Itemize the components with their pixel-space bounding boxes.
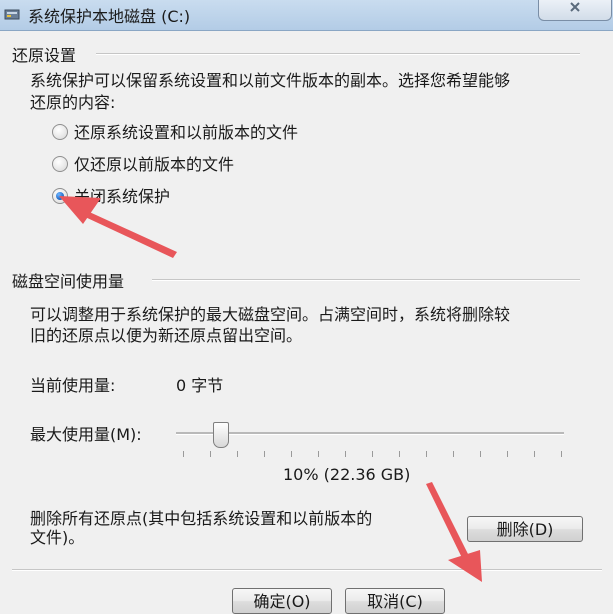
drive-icon [4,6,20,22]
max-usage-label: 最大使用量(M): [30,425,142,444]
restore-description-line2: 还原的内容: [30,93,116,112]
radio-label: 还原系统设置和以前版本的文件 [74,123,299,142]
disk-description-line2: 旧的还原点以便为新还原点留出空间。 [30,326,303,345]
delete-description-line2: 文件)。 [30,528,85,547]
restore-settings-separator [96,53,580,55]
ok-button[interactable]: 确定(O) [232,588,332,614]
disk-description-line1: 可以调整用于系统保护的最大磁盘空间。占满空间时，系统将删除较 [30,305,511,324]
title-bar: 系统保护本地磁盘 (C:) [0,0,613,31]
radio-button[interactable] [52,124,68,140]
restore-description-line1: 系统保护可以保留系统设置和以前文件版本的副本。选择您希望能够 [30,71,511,90]
window-title: 系统保护本地磁盘 (C:) [28,7,191,26]
current-usage-label: 当前使用量: [30,376,116,395]
annotation-arrow-icon [59,196,177,258]
slider-value-text: 10% (22.36 GB) [283,465,411,484]
close-icon [570,2,580,12]
radio-button[interactable] [52,156,68,172]
footer-separator [12,569,602,571]
max-usage-slider-thumb[interactable] [212,422,229,448]
disk-usage-separator [152,279,580,281]
slider-ticks [183,451,563,457]
annotation-arrow-icon [426,482,482,582]
max-usage-slider-track[interactable] [176,432,564,435]
radio-label: 仅还原以前版本的文件 [74,155,235,174]
restore-settings-heading: 还原设置 [12,46,77,65]
close-button[interactable] [538,0,612,21]
cancel-button[interactable]: 取消(C) [345,588,445,614]
disk-usage-heading: 磁盘空间使用量 [12,272,125,291]
current-usage-value: 0 字节 [176,376,224,395]
